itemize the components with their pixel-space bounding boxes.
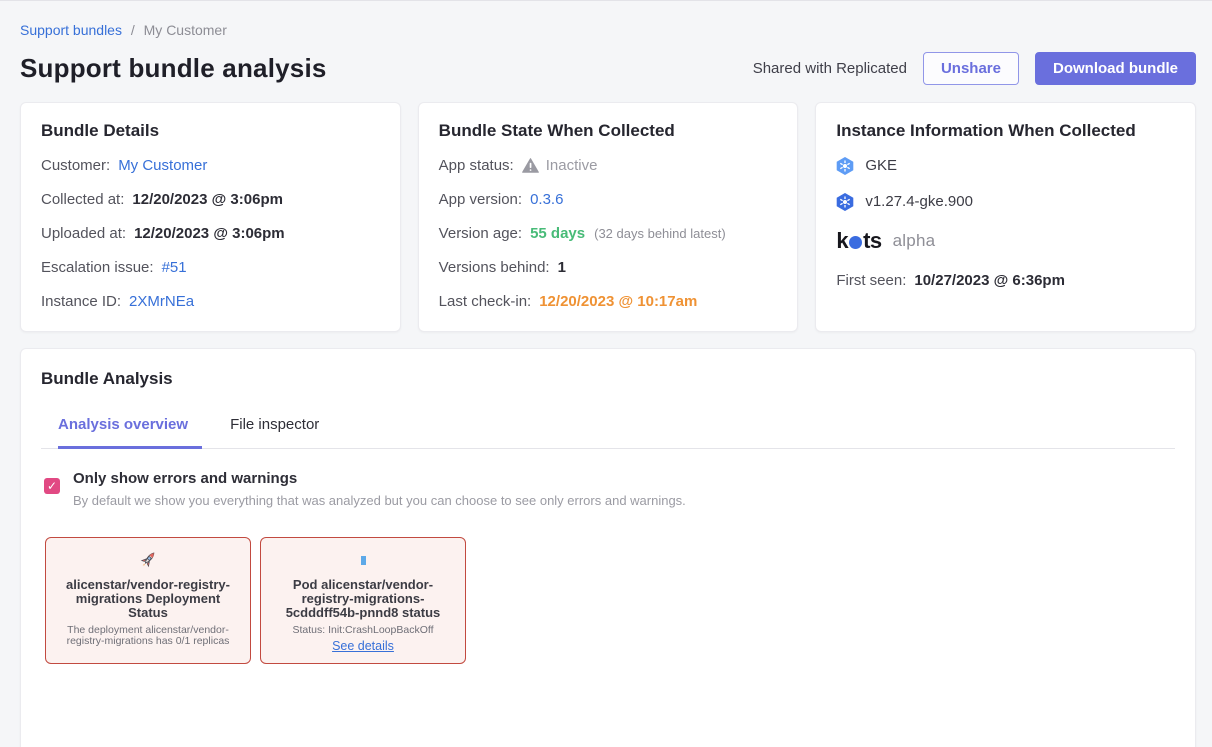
instance-id-row: Instance ID: 2XMrNEa: [41, 292, 380, 311]
versions-behind-row: Versions behind: 1: [439, 258, 778, 277]
support-bundle-page: Support bundles / My Customer Support bu…: [0, 1, 1212, 747]
last-checkin-value: 12/20/2023 @ 10:17am: [539, 293, 697, 310]
tab-file-inspector[interactable]: File inspector: [230, 416, 333, 448]
last-checkin-label: Last check-in:: [439, 293, 532, 310]
error-card-title: alicenstar/vendor-registry-migrations De…: [60, 578, 236, 620]
bundle-state-card: Bundle State When Collected App status: …: [418, 102, 799, 332]
k8s-version-row: v1.27.4-gke.900: [836, 192, 1175, 211]
kots-logo-k: k: [836, 228, 848, 254]
breadcrumb-current: My Customer: [144, 22, 227, 38]
app-status-label: App status:: [439, 157, 514, 174]
errors-warnings-checkbox[interactable]: ✓: [44, 478, 60, 494]
kots-channel: alpha: [893, 231, 936, 251]
unshare-button[interactable]: Unshare: [923, 52, 1019, 85]
k8s-version-value: v1.27.4-gke.900: [865, 193, 973, 210]
header-actions: Shared with Replicated Unshare Download …: [753, 52, 1196, 85]
kots-logo-ts: ts: [863, 228, 882, 254]
bundle-analysis-title: Bundle Analysis: [41, 369, 1175, 389]
first-seen-label: First seen:: [836, 272, 906, 289]
versions-behind-label: Versions behind:: [439, 259, 550, 276]
filter-text: Only show errors and warnings By default…: [73, 470, 686, 508]
breadcrumb: Support bundles / My Customer: [20, 1, 1196, 38]
bundle-state-title: Bundle State When Collected: [439, 121, 778, 141]
version-age-label: Version age:: [439, 225, 522, 242]
app-version-label: App version:: [439, 191, 522, 208]
customer-row: Customer: My Customer: [41, 156, 380, 175]
kots-row: kts alpha: [836, 228, 1175, 254]
app-version-link[interactable]: 0.3.6: [530, 191, 563, 208]
customer-label: Customer:: [41, 157, 110, 174]
error-card-description: The deployment alicenstar/vendor-registr…: [60, 625, 236, 647]
app-version-row: App version: 0.3.6: [439, 190, 778, 209]
kots-logo: kts: [836, 228, 881, 254]
version-age-row: Version age: 55 days (32 days behind lat…: [439, 224, 778, 243]
escalation-issue-link[interactable]: #51: [162, 259, 187, 276]
uploaded-at-label: Uploaded at:: [41, 225, 126, 242]
page-header: Support bundle analysis Shared with Repl…: [20, 52, 1196, 85]
escalation-issue-label: Escalation issue:: [41, 259, 154, 276]
escalation-issue-row: Escalation issue: #51: [41, 258, 380, 277]
app-status-value: Inactive: [546, 157, 598, 174]
filter-row: ✓ Only show errors and warnings By defau…: [41, 470, 1175, 508]
warning-icon: [522, 158, 539, 173]
instance-info-title: Instance Information When Collected: [836, 121, 1175, 141]
first-seen-row: First seen: 10/27/2023 @ 6:36pm: [836, 271, 1175, 290]
error-card-description: Status: Init:CrashLoopBackOff: [292, 625, 433, 636]
pod-icon: [361, 548, 366, 572]
version-age-note: (32 days behind latest): [594, 226, 726, 241]
download-bundle-button[interactable]: Download bundle: [1035, 52, 1196, 85]
kots-logo-o-icon: [849, 236, 862, 249]
filter-description: By default we show you everything that w…: [73, 493, 686, 508]
customer-link[interactable]: My Customer: [118, 157, 207, 174]
collected-at-row: Collected at: 12/20/2023 @ 3:06pm: [41, 190, 380, 209]
version-age-value: 55 days: [530, 225, 585, 242]
distribution-value: GKE: [865, 157, 897, 174]
pod-status-error-card: Pod alicenstar/vendor-registry-migration…: [260, 537, 466, 664]
breadcrumb-separator: /: [131, 22, 135, 38]
page-title: Support bundle analysis: [20, 53, 327, 84]
error-card-title: Pod alicenstar/vendor-registry-migration…: [275, 578, 451, 620]
info-cards-row: Bundle Details Customer: My Customer Col…: [20, 102, 1196, 332]
bundle-details-title: Bundle Details: [41, 121, 380, 141]
tab-analysis-overview[interactable]: Analysis overview: [58, 416, 202, 449]
see-details-link[interactable]: See details: [332, 639, 394, 653]
versions-behind-value: 1: [558, 259, 566, 276]
analysis-tabs: Analysis overview File inspector: [41, 416, 1175, 449]
uploaded-at-value: 12/20/2023 @ 3:06pm: [134, 225, 285, 242]
app-status-row: App status: Inactive: [439, 156, 778, 175]
kubernetes-icon: [836, 193, 854, 211]
bundle-details-card: Bundle Details Customer: My Customer Col…: [20, 102, 401, 332]
collected-at-label: Collected at:: [41, 191, 124, 208]
uploaded-at-row: Uploaded at: 12/20/2023 @ 3:06pm: [41, 224, 380, 243]
error-cards-row: alicenstar/vendor-registry-migrations De…: [41, 537, 1175, 664]
rocket-icon: [137, 548, 159, 572]
bundle-analysis-card: Bundle Analysis Analysis overview File i…: [20, 348, 1196, 747]
deployment-status-error-card: alicenstar/vendor-registry-migrations De…: [45, 537, 251, 664]
instance-info-card: Instance Information When Collected GKE …: [815, 102, 1196, 332]
first-seen-value: 10/27/2023 @ 6:36pm: [914, 272, 1065, 289]
instance-id-label: Instance ID:: [41, 293, 121, 310]
instance-id-link[interactable]: 2XMrNEa: [129, 293, 194, 310]
distribution-row: GKE: [836, 156, 1175, 175]
breadcrumb-support-bundles-link[interactable]: Support bundles: [20, 22, 122, 38]
shared-status-text: Shared with Replicated: [753, 60, 907, 77]
last-checkin-row: Last check-in: 12/20/2023 @ 10:17am: [439, 292, 778, 311]
collected-at-value: 12/20/2023 @ 3:06pm: [132, 191, 283, 208]
gke-icon: [836, 157, 854, 175]
filter-label: Only show errors and warnings: [73, 470, 686, 487]
